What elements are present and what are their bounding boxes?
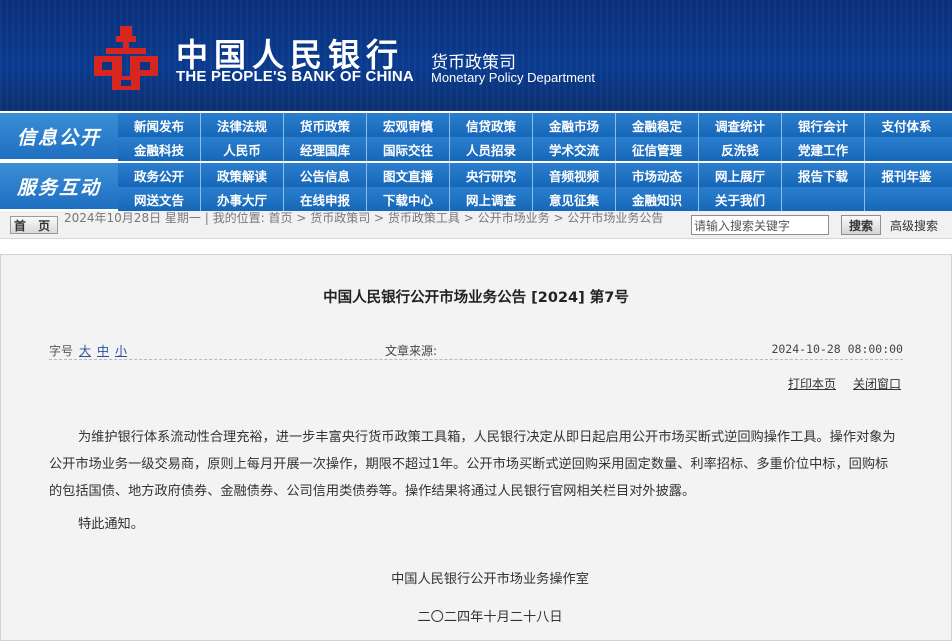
nav-item[interactable]: 金融科技 <box>118 137 201 161</box>
nav-item[interactable]: 市场动态 <box>616 163 699 187</box>
advanced-search-link[interactable]: 高级搜索 <box>890 217 938 234</box>
main-nav: 信息公开 新闻发布 法律法规 货币政策 宏观审慎 信贷政策 金融市场 金融稳定 … <box>0 111 952 211</box>
breadcrumb-link[interactable]: 货币政策司 <box>310 211 370 225</box>
nav-item[interactable]: 金融市场 <box>533 113 616 137</box>
search-input[interactable] <box>691 215 829 235</box>
breadcrumb-bar: 首 页 2024年10月28日 星期一 | 我的位置: 首页 > 货币政策司 >… <box>0 211 952 239</box>
article-source: 文章来源: <box>385 344 438 358</box>
nav-item-empty <box>782 187 865 211</box>
nav-item[interactable]: 报告下载 <box>782 163 865 187</box>
article-paragraph: 为维护银行体系流动性合理充裕，进一步丰富央行货币政策工具箱，人民银行决定从即日起… <box>49 430 896 499</box>
nav-item[interactable]: 国际交往 <box>367 137 450 161</box>
nav-item[interactable]: 人员招录 <box>450 137 533 161</box>
current-date: 2024年10月28日 星期一 <box>64 211 201 225</box>
nav-item[interactable]: 网上调查 <box>450 187 533 211</box>
breadcrumb-link[interactable]: 公开市场业务公告 <box>567 211 663 225</box>
nav-item[interactable]: 宏观审慎 <box>367 113 450 137</box>
breadcrumb-link[interactable]: 首页 <box>268 211 292 225</box>
nav-section-info: 信息公开 新闻发布 法律法规 货币政策 宏观审慎 信贷政策 金融市场 金融稳定 … <box>0 111 952 161</box>
breadcrumb-link[interactable]: 公开市场业务 <box>478 211 550 225</box>
nav-item[interactable]: 信贷政策 <box>450 113 533 137</box>
nav-item[interactable]: 网上展厅 <box>699 163 782 187</box>
article-signature: 中国人民银行公开市场业务操作室 <box>391 572 589 587</box>
nav-item-empty <box>865 187 948 211</box>
nav-item[interactable]: 央行研究 <box>450 163 533 187</box>
nav-item[interactable]: 法律法规 <box>201 113 284 137</box>
nav-item[interactable]: 人民币 <box>201 137 284 161</box>
nav-item-empty <box>865 137 948 161</box>
font-size-label: 字号 <box>49 344 74 358</box>
nav-item[interactable]: 反洗钱 <box>699 137 782 161</box>
nav-item[interactable]: 调查统计 <box>699 113 782 137</box>
article-sign-date: 二〇二四年十月二十八日 <box>417 610 563 625</box>
nav-item[interactable]: 经理国库 <box>284 137 367 161</box>
nav-item[interactable]: 征信管理 <box>616 137 699 161</box>
font-size-large[interactable]: 大 <box>79 342 91 359</box>
nav-item[interactable]: 支付体系 <box>865 113 948 137</box>
publish-time: 2024-10-28 08:00:00 <box>771 342 903 356</box>
pboc-logo-icon <box>94 26 158 90</box>
article-title: 中国人民银行公开市场业务公告 [2024] 第7号 <box>323 290 629 306</box>
nav-item[interactable]: 政策解读 <box>201 163 284 187</box>
nav-item[interactable]: 党建工作 <box>782 137 865 161</box>
nav-item[interactable]: 金融稳定 <box>616 113 699 137</box>
dept-name-en: Monetary Policy Department <box>431 70 596 85</box>
nav-item[interactable]: 政务公开 <box>118 163 201 187</box>
nav-row-2: 金融科技 人民币 经理国库 国际交往 人员招录 学术交流 征信管理 反洗钱 党建… <box>118 137 952 161</box>
nav-item[interactable]: 报刊年鉴 <box>865 163 948 187</box>
nav-item[interactable]: 在线申报 <box>284 187 367 211</box>
nav-item[interactable]: 银行会计 <box>782 113 865 137</box>
nav-item[interactable]: 网送文告 <box>118 187 201 211</box>
nav-section-title-info: 信息公开 <box>0 113 118 159</box>
article-meta: 字号 大 中 小 文章来源: 2024-10-28 08:00:00 <box>49 342 903 360</box>
nav-item[interactable]: 意见征集 <box>533 187 616 211</box>
nav-row-3: 政务公开 政策解读 公告信息 图文直播 央行研究 音频视频 市场动态 网上展厅 … <box>118 163 952 187</box>
site-header: 中国人民银行 THE PEOPLE'S BANK OF CHINA 货币政策司 … <box>0 0 952 111</box>
location-label: 我的位置: <box>212 211 265 225</box>
nav-item[interactable]: 公告信息 <box>284 163 367 187</box>
home-button[interactable]: 首 页 <box>10 216 58 234</box>
nav-row-4: 网送文告 办事大厅 在线申报 下载中心 网上调查 意见征集 金融知识 关于我们 <box>118 187 952 211</box>
nav-section-service: 服务互动 政务公开 政策解读 公告信息 图文直播 央行研究 音频视频 市场动态 … <box>0 161 952 211</box>
print-page-link[interactable]: 打印本页 <box>788 375 836 392</box>
font-size-small[interactable]: 小 <box>115 342 127 359</box>
breadcrumb-link[interactable]: 货币政策工具 <box>388 211 460 225</box>
nav-item[interactable]: 音频视频 <box>533 163 616 187</box>
nav-item[interactable]: 办事大厅 <box>201 187 284 211</box>
nav-item[interactable]: 下载中心 <box>367 187 450 211</box>
nav-section-title-service: 服务互动 <box>0 163 118 209</box>
nav-item[interactable]: 关于我们 <box>699 187 782 211</box>
close-window-link[interactable]: 关闭窗口 <box>853 375 901 392</box>
breadcrumb: 2024年10月28日 星期一 | 我的位置: 首页 > 货币政策司 > 货币政… <box>64 211 664 225</box>
font-size-medium[interactable]: 中 <box>97 342 109 359</box>
article-paragraph: 特此通知。 <box>78 517 144 532</box>
nav-item[interactable]: 货币政策 <box>284 113 367 137</box>
bank-name-en: THE PEOPLE'S BANK OF CHINA <box>176 68 414 85</box>
nav-item[interactable]: 金融知识 <box>616 187 699 211</box>
nav-item[interactable]: 学术交流 <box>533 137 616 161</box>
nav-item[interactable]: 图文直播 <box>367 163 450 187</box>
nav-item[interactable]: 新闻发布 <box>118 113 201 137</box>
search-button[interactable]: 搜索 <box>841 215 881 235</box>
nav-row-1: 新闻发布 法律法规 货币政策 宏观审慎 信贷政策 金融市场 金融稳定 调查统计 … <box>118 113 952 137</box>
